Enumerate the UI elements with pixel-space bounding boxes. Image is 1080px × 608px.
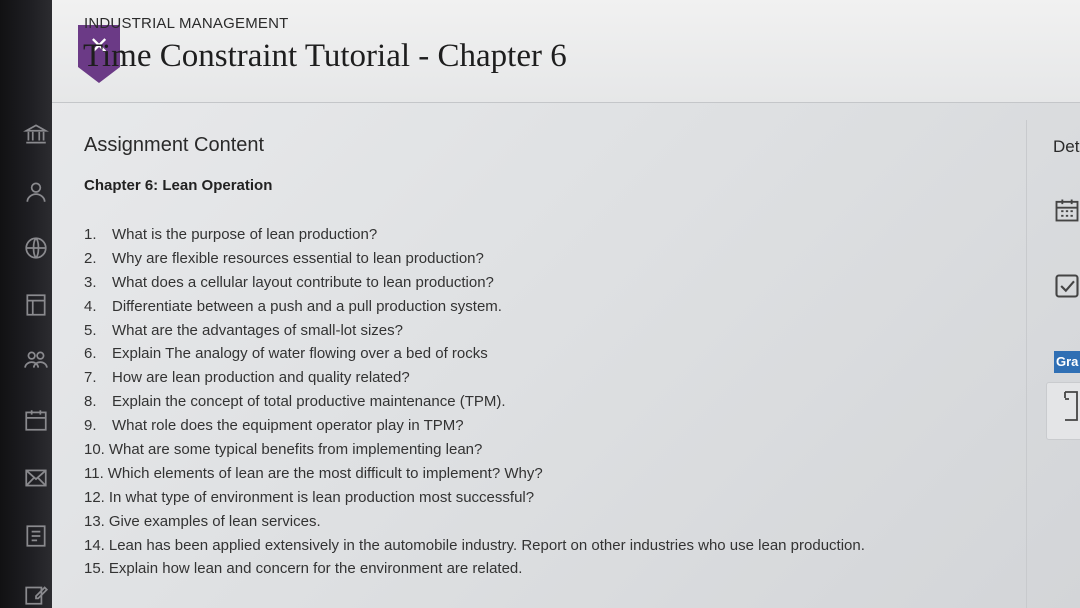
question-item: 15. Explain how lean and concern for the …: [84, 557, 1024, 581]
question-item: 7. How are lean production and quality re…: [84, 366, 1024, 390]
course-name: INDUSTRIAL MANAGEMENT: [84, 15, 289, 32]
messages-icon[interactable]: [22, 464, 50, 492]
page-header: ✕ INDUSTRIAL MANAGEMENT Time Constraint …: [52, 0, 1080, 103]
courses-icon[interactable]: [22, 291, 50, 319]
edit-icon[interactable]: [22, 580, 50, 608]
question-number: 14.: [84, 536, 105, 554]
question-text: What does a cellular layout contribute t…: [112, 273, 494, 291]
assignment-content: Assignment Content Chapter 6: Lean Opera…: [84, 134, 1024, 581]
question-number: 12.: [84, 488, 105, 506]
question-text: What role does the equipment operator pl…: [112, 417, 464, 435]
question-item: 6. Explain The analogy of water flowing o…: [84, 342, 1024, 366]
question-text: What is the purpose of lean production?: [112, 226, 378, 243]
left-sidebar: [0, 0, 52, 608]
question-number: 1.: [84, 226, 97, 243]
question-text: Why are flexible resources essential to …: [112, 249, 484, 267]
question-text: What are the advantages of small-lot siz…: [112, 321, 403, 339]
question-item: 9. What role does the equipment operator …: [84, 414, 1024, 438]
question-item: 14. Lean has been applied extensively in …: [84, 534, 1024, 558]
question-item: 12. In what type of environment is lean p…: [84, 486, 1024, 510]
question-number: 5.: [84, 321, 97, 339]
page-title: Time Constraint Tutorial - Chapter 6: [83, 38, 567, 74]
institution-icon[interactable]: [22, 120, 50, 148]
question-item: 1. What is the purpose of lean production…: [84, 223, 1024, 247]
question-item: 4. Differentiate between a push and a pul…: [84, 295, 1024, 319]
question-text: Explain The analogy of water flowing ove…: [112, 345, 488, 363]
question-text: Differentiate between a push and a pull …: [112, 297, 502, 315]
question-text: What are some typical benefits from impl…: [108, 441, 483, 459]
question-text: In what type of environment is lean prod…: [108, 488, 535, 506]
details-label: Det: [1053, 137, 1080, 156]
calendar-icon[interactable]: [1053, 196, 1080, 224]
question-text: How are lean production and quality rela…: [112, 369, 410, 387]
grades-icon[interactable]: [22, 522, 50, 550]
question-number: 10.: [84, 441, 105, 459]
details-panel: Det Gra: [1026, 120, 1080, 608]
grade-card[interactable]: [1046, 382, 1080, 440]
section-heading: Assignment Content: [84, 134, 265, 156]
profile-icon[interactable]: [22, 178, 50, 206]
calendar-icon[interactable]: [22, 406, 50, 434]
question-number: 11.: [84, 464, 104, 482]
groups-icon[interactable]: [22, 346, 50, 374]
question-number: 8.: [84, 393, 97, 411]
checkbox-icon[interactable]: [1053, 272, 1080, 300]
question-item: 10. What are some typical benefits from i…: [84, 438, 1024, 462]
question-number: 7.: [84, 369, 97, 387]
question-item: 2. Why are flexible resources essential t…: [84, 247, 1024, 271]
globe-icon[interactable]: [22, 234, 50, 262]
grade-tab[interactable]: Gra: [1054, 351, 1080, 373]
question-text: Which elements of lean are the most diff…: [107, 464, 543, 482]
question-text: Lean has been applied extensively in the…: [108, 536, 865, 554]
question-number: 3.: [84, 273, 97, 291]
question-text: Explain the concept of total productive …: [112, 393, 506, 411]
question-item: 8. Explain the concept of total productiv…: [84, 390, 1024, 414]
question-item: 5. What are the advantages of small-lot s…: [84, 319, 1024, 343]
question-item: 3. What does a cellular layout contribute…: [84, 271, 1024, 295]
document-icon: [1064, 391, 1078, 421]
question-text: Explain how lean and concern for the env…: [108, 560, 523, 578]
question-number: 4.: [84, 297, 97, 315]
question-list: 1. What is the purpose of lean production…: [84, 223, 1024, 581]
main-page: ✕ INDUSTRIAL MANAGEMENT Time Constraint …: [52, 0, 1080, 608]
chapter-title: Chapter 6: Lean Operation: [84, 177, 273, 194]
question-number: 13.: [84, 512, 105, 530]
question-text: Give examples of lean services.: [108, 512, 321, 530]
question-item: 11. Which elements of lean are the most d…: [84, 462, 1024, 486]
question-number: 9.: [84, 417, 97, 435]
question-number: 15.: [84, 560, 105, 578]
question-item: 13. Give examples of lean services.: [84, 510, 1024, 534]
question-number: 6.: [84, 345, 97, 363]
question-number: 2.: [84, 249, 97, 267]
